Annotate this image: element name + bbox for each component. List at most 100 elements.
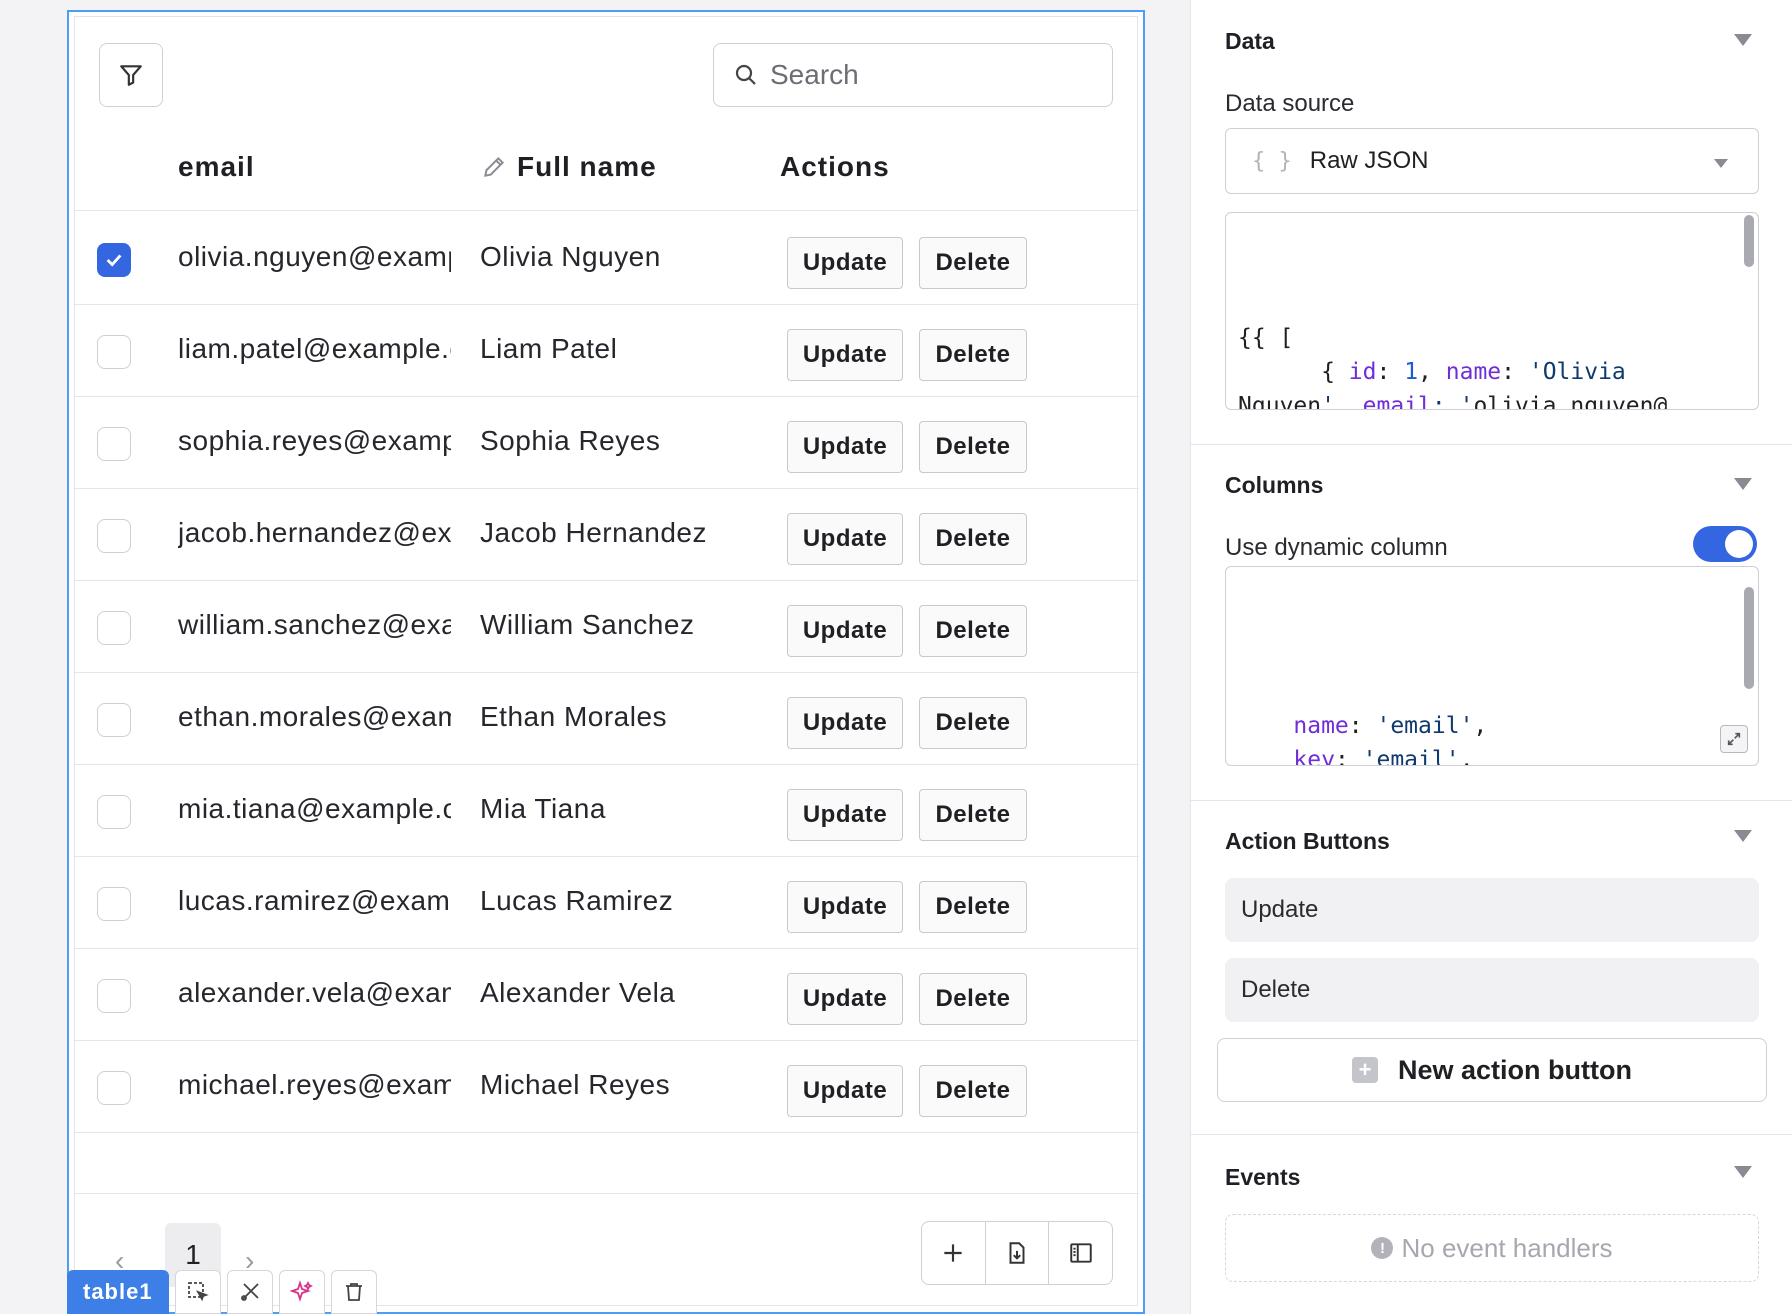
column-header-name[interactable]: Full name (481, 151, 657, 183)
canvas: email Full name Actions olivia.nguyen@ex… (0, 0, 1190, 1314)
table-row[interactable]: lucas.ramirez@example.com Lucas Ramirez Up… (75, 857, 1139, 949)
properties-panel: Data Data source { } Raw JSON {{ [ { id:… (1190, 0, 1792, 1314)
trash-icon (345, 1283, 362, 1301)
table-row[interactable]: sophia.reyes@example.com Sophia Reyes Upda… (75, 397, 1139, 489)
cell-email: alexander.vela@example.com (178, 977, 451, 1008)
row-checkbox[interactable] (97, 887, 131, 921)
chevron-down-icon[interactable] (1734, 478, 1752, 490)
table-row[interactable]: jacob.hernandez@example.com Jacob Hernand… (75, 489, 1139, 581)
column-header-actions: Actions (780, 151, 890, 183)
update-button[interactable]: Update (787, 237, 903, 289)
sidebar-layout-icon (1069, 1243, 1092, 1263)
row-checkbox[interactable] (97, 519, 131, 553)
cell-email: lucas.ramirez@example.com (178, 885, 451, 916)
section-divider (1191, 800, 1792, 801)
select-cursor-icon (187, 1282, 209, 1302)
select-parent-button[interactable] (174, 1270, 221, 1314)
chevron-down-icon[interactable] (1734, 34, 1752, 46)
plus-icon: + (1352, 1057, 1378, 1083)
table-row[interactable]: william.sanchez@example.com William Sanch… (75, 581, 1139, 673)
chevron-down-icon[interactable] (1734, 1166, 1752, 1178)
footer-divider (75, 1193, 1139, 1194)
table-row[interactable]: alexander.vela@example.com Alexander Vela… (75, 949, 1139, 1041)
row-checkbox[interactable] (97, 611, 131, 645)
cell-email: jacob.hernandez@example.com (178, 517, 451, 548)
update-button[interactable]: Update (787, 1065, 903, 1117)
code-line: name: 'email', (1293, 713, 1488, 739)
cell-email: sophia.reyes@example.com (178, 425, 451, 456)
update-button[interactable]: Update (787, 513, 903, 565)
update-button[interactable]: Update (787, 973, 903, 1025)
section-title-action-buttons: Action Buttons (1225, 828, 1390, 854)
add-row-button[interactable] (922, 1222, 986, 1284)
dynamic-column-toggle[interactable] (1693, 526, 1757, 562)
column-visibility-button[interactable] (1049, 1222, 1112, 1284)
search-input[interactable] (770, 59, 1090, 91)
scrollbar[interactable] (1744, 587, 1754, 689)
data-source-label: Data source (1225, 90, 1355, 117)
data-source-select[interactable]: { } Raw JSON (1225, 128, 1759, 194)
pencil-icon (484, 156, 505, 177)
chevron-down-icon (1714, 159, 1728, 168)
no-event-handlers: ! No event handlers (1225, 1214, 1759, 1282)
update-button[interactable]: Update (787, 697, 903, 749)
table-header: email Full name Actions (75, 127, 1139, 211)
table-row[interactable]: mia.tiana@example.com Mia Tiana Update Dele… (75, 765, 1139, 857)
column-header-label: Full name (517, 151, 657, 182)
widget-name-tag[interactable]: table1 (67, 1270, 169, 1314)
row-checkbox[interactable] (97, 427, 131, 461)
delete-button[interactable]: Delete (919, 973, 1027, 1025)
delete-button[interactable]: Delete (919, 513, 1027, 565)
chevron-down-icon[interactable] (1734, 830, 1752, 842)
code-line: key: 'email', (1293, 747, 1474, 766)
delete-button[interactable]: Delete (919, 421, 1027, 473)
section-title-events: Events (1225, 1164, 1301, 1190)
update-button[interactable]: Update (787, 881, 903, 933)
columns-code-editor[interactable]: name: 'email', key: 'email', id: '1' }, … (1225, 566, 1759, 766)
table-row[interactable]: michael.reyes@example.com Michael Reyes Up… (75, 1041, 1139, 1133)
action-button-item-update[interactable]: Update (1225, 878, 1759, 942)
check-icon (106, 254, 122, 267)
table-row[interactable]: olivia.nguyen@example.com Olivia Nguyen Up… (75, 213, 1139, 305)
delete-button[interactable]: Delete (919, 605, 1027, 657)
delete-button[interactable]: Delete (919, 697, 1027, 749)
row-checkbox[interactable] (97, 795, 131, 829)
cell-email: michael.reyes@example.com (178, 1069, 451, 1100)
delete-widget-button[interactable] (330, 1270, 377, 1314)
row-checkbox[interactable] (97, 979, 131, 1013)
disconnect-button[interactable] (226, 1270, 273, 1314)
filter-button[interactable] (99, 43, 163, 107)
data-code-editor[interactable]: {{ [ { id: 1, name: 'Olivia Nguyen', emai… (1225, 212, 1759, 410)
delete-button[interactable]: Delete (919, 329, 1027, 381)
row-checkbox[interactable] (97, 335, 131, 369)
update-button[interactable]: Update (787, 605, 903, 657)
tools-icon (240, 1283, 259, 1301)
ai-assist-button[interactable] (278, 1270, 325, 1314)
code-line: {{ [ (1238, 325, 1294, 351)
column-header-email[interactable]: email (178, 151, 255, 183)
section-title-columns: Columns (1225, 472, 1324, 498)
data-source-value: Raw JSON (1309, 147, 1429, 174)
table-widget[interactable]: email Full name Actions olivia.nguyen@ex… (74, 16, 1139, 1306)
delete-button[interactable]: Delete (919, 237, 1027, 289)
delete-button[interactable]: Delete (919, 1065, 1027, 1117)
action-button-item-delete[interactable]: Delete (1225, 958, 1759, 1022)
search-box[interactable] (713, 43, 1113, 107)
cell-full-name: Lucas Ramirez (480, 885, 674, 916)
new-action-button[interactable]: + New action button (1217, 1038, 1767, 1102)
cell-email: william.sanchez@example.com (178, 609, 451, 640)
delete-button[interactable]: Delete (919, 789, 1027, 841)
delete-button[interactable]: Delete (919, 881, 1027, 933)
update-button[interactable]: Update (787, 329, 903, 381)
update-button[interactable]: Update (787, 421, 903, 473)
row-checkbox[interactable] (97, 703, 131, 737)
table-row[interactable]: liam.patel@example.com Liam Patel Update De… (75, 305, 1139, 397)
download-button[interactable] (986, 1222, 1050, 1284)
expand-editor-button[interactable] (1720, 725, 1748, 753)
scrollbar[interactable] (1744, 215, 1754, 267)
row-checkbox[interactable] (97, 243, 131, 277)
table-row[interactable]: ethan.morales@example.com Ethan Morales Up… (75, 673, 1139, 765)
section-divider (1191, 1134, 1792, 1135)
row-checkbox[interactable] (97, 1071, 131, 1105)
update-button[interactable]: Update (787, 789, 903, 841)
